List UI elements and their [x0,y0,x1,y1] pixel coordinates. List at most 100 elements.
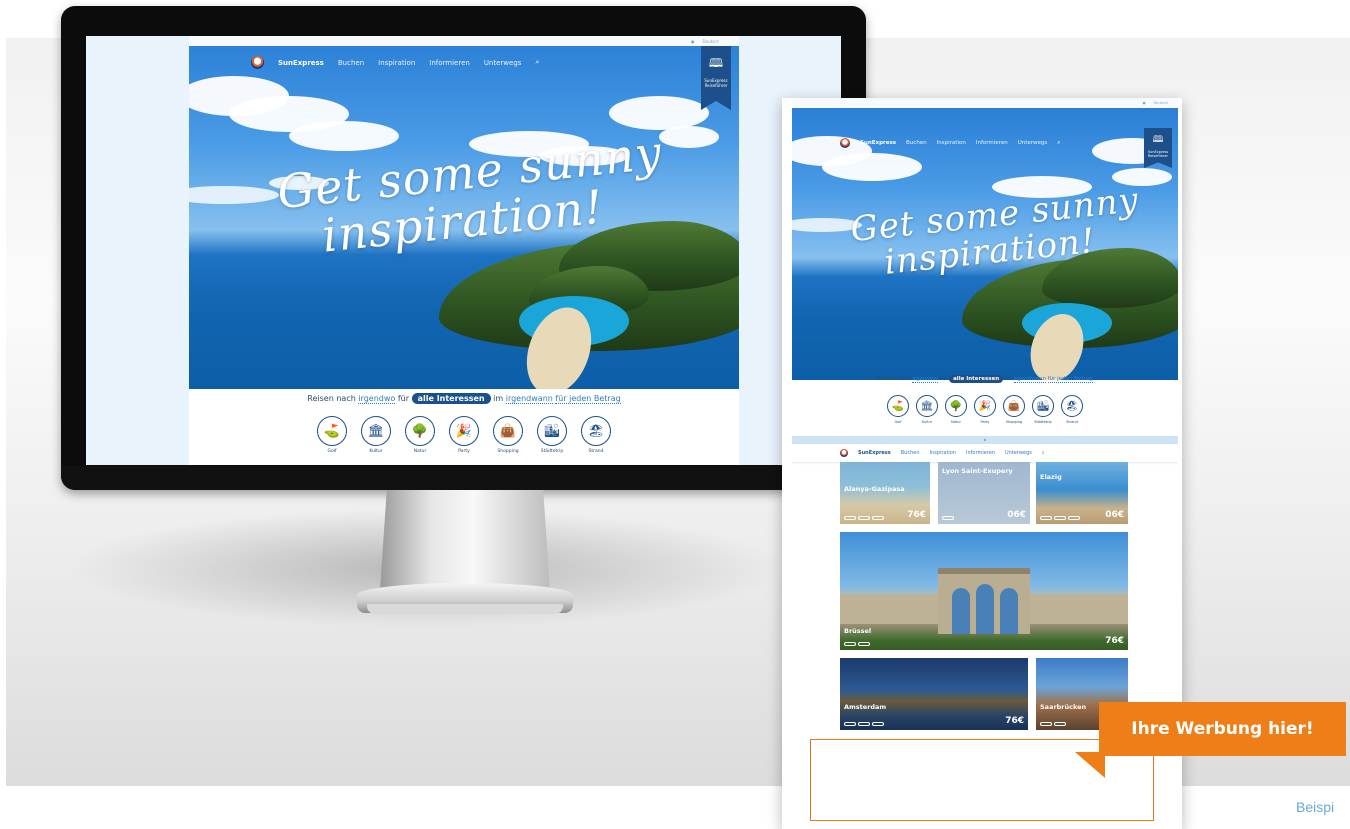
category-golf[interactable]: ⛳ Golf [317,416,347,454]
category-party[interactable]: 🎉 Party [974,395,996,424]
destination-name: Lyon Saint-Exupery [942,467,1013,475]
party-icon: 🎉 [449,416,479,446]
search-icon[interactable]: ⌕ [1042,450,1045,456]
shopping-bag-icon: 👜 [493,416,523,446]
brand-name[interactable]: SunExpress [278,59,324,67]
search-icon[interactable]: ⌕ [535,58,539,67]
monitor-screen: ● Deutsch SunExpress Buchen Inspiration … [86,36,841,465]
date-filter[interactable]: irgendwann [505,394,553,404]
category-natur[interactable]: 🌳 Natur [945,395,967,424]
category-kultur[interactable]: 🏛 Kultur [361,416,391,454]
main-navigation: SunExpress Buchen Inspiration Informiere… [840,138,1060,148]
tree-icon: 🌳 [405,416,435,446]
sunexpress-logo-icon[interactable] [251,56,264,69]
columns-icon: 🏛 [916,395,938,417]
destination-filter[interactable]: irgendwo [358,394,396,404]
golf-icon: ⛳ [317,416,347,446]
nav-item-unterwegs[interactable]: Unterwegs [484,59,522,67]
category-party[interactable]: 🎉 Party [449,416,479,454]
hero-image: ● Deutsch SunExpress Buchen Inspiration … [189,36,739,389]
category-shopping[interactable]: 👜 Shopping [493,416,523,454]
destination-filter[interactable]: irgendwo [912,376,938,383]
top-utility-bar: ● Deutsch [189,36,739,46]
sunexpress-logo-icon[interactable] [840,138,850,148]
budget-filter[interactable]: für jeden Betrag [555,394,621,404]
category-strand[interactable]: 🏖 Strand [581,416,611,454]
columns-icon: 🏛 [361,416,391,446]
tree-icon: 🌳 [945,395,967,417]
website-desktop: ● Deutsch SunExpress Buchen Inspiration … [189,36,739,465]
destination-tile[interactable]: Brüssel 76€ [840,532,1128,650]
monitor-stand [380,490,550,590]
nav-item-unterwegs[interactable]: Unterwegs [1018,140,1048,146]
desktop-monitor: ● Deutsch SunExpress Buchen Inspiration … [61,6,866,490]
interest-filter[interactable]: alle Interessen [949,375,1004,383]
destination-price: 76€ [1005,716,1024,726]
category-natur[interactable]: 🌳 Natur [405,416,435,454]
destination-price: 76€ [1105,636,1124,646]
party-icon: 🎉 [974,395,996,417]
nav-item-buchen[interactable]: Buchen [901,450,920,456]
destination-name: Brüssel [844,627,872,635]
nav-item-informieren[interactable]: Informieren [966,450,995,456]
nav-item-informieren[interactable]: Informieren [976,140,1008,146]
monitor-chin [61,466,866,490]
sunexpress-logo-icon[interactable] [840,449,848,457]
date-filter[interactable]: irgendwann [1013,376,1046,383]
category-strand[interactable]: 🏖 Strand [1061,395,1083,424]
nav-item-informieren[interactable]: Informieren [429,59,470,67]
shopping-bag-icon: 👜 [1003,395,1025,417]
beach-icon: 🏖 [581,416,611,446]
bookmark-label: SunExpress Reiseführer [1147,150,1169,158]
nav-item-buchen[interactable]: Buchen [906,140,927,146]
destination-name: Saarbrücken [1040,703,1087,711]
close-icon[interactable]: × [984,438,987,442]
book-icon: 🕮 [708,56,724,70]
nav-item-inspiration[interactable]: Inspiration [930,450,957,456]
language-selector[interactable]: Deutsch [1154,101,1168,105]
beach-icon: 🏖 [1061,395,1083,417]
sticky-navigation: SunExpress Buchen Inspiration Informiere… [792,444,1178,462]
example-footnote: Beispi [1296,799,1335,815]
destination-tile[interactable]: Alanya-Gazipasa 76€ [840,462,930,524]
city-icon: 🏙 [537,416,567,446]
search-filter-sentence: Reisen nach irgendwo für alle Interessen… [307,393,621,404]
city-icon: 🏙 [1032,395,1054,417]
destination-name: Alanya-Gazipasa [844,485,905,493]
cookie-notice-bar: × [792,436,1178,444]
nav-item-buchen[interactable]: Buchen [338,59,364,67]
search-icon[interactable]: ⌕ [1057,140,1060,147]
category-kultur[interactable]: 🏛 Kultur [916,395,938,424]
destination-price: 06€ [1105,510,1124,520]
category-staedtetrip[interactable]: 🏙 Städtetrip [537,416,567,454]
destination-price: 76€ [907,510,926,520]
top-utility-bar: ● Deutsch [792,98,1178,108]
hero-image: SunExpress Buchen Inspiration Informiere… [792,108,1178,380]
category-staedtetrip[interactable]: 🏙 Städtetrip [1032,395,1054,424]
category-golf[interactable]: ⛳ Golf [887,395,909,424]
budget-filter[interactable]: für jeden Betrag [1047,376,1093,383]
golf-icon: ⛳ [887,395,909,417]
brand-name[interactable]: SunExpress [860,140,896,146]
nav-item-inspiration[interactable]: Inspiration [378,59,415,67]
destination-price: 06€ [1007,510,1026,520]
destination-tile[interactable]: Elazig 06€ [1036,462,1128,524]
travel-guide-bookmark[interactable]: 🕮 SunExpress Reiseführer [701,46,731,110]
language-flag-icon[interactable]: ● [691,39,695,44]
destination-tile[interactable]: Lyon Saint-Exupery 06€ [938,462,1030,524]
ad-callout-label: Ihre Werbung hier! [1099,702,1346,756]
travel-guide-bookmark[interactable]: 🕮 SunExpress Reiseführer [1144,128,1172,168]
destination-tile[interactable]: Amsterdam 76€ [840,658,1028,730]
main-navigation: SunExpress Buchen Inspiration Informiere… [251,56,539,69]
language-flag-icon[interactable]: ● [1143,101,1146,105]
destination-name: Elazig [1040,473,1062,481]
brand-name[interactable]: SunExpress [858,450,891,456]
category-shopping[interactable]: 👜 Shopping [1003,395,1025,424]
nav-item-unterwegs[interactable]: Unterwegs [1005,450,1032,456]
category-icons: ⛳ Golf 🏛 Kultur 🌳 Natur 🎉 Party 👜 Shopping 🏙 S… [792,395,1178,424]
book-icon: 🕮 [1152,135,1164,145]
destination-name: Amsterdam [844,703,887,711]
nav-item-inspiration[interactable]: Inspiration [937,140,966,146]
interest-filter[interactable]: alle Interessen [411,393,491,404]
language-selector[interactable]: Deutsch [703,39,719,44]
